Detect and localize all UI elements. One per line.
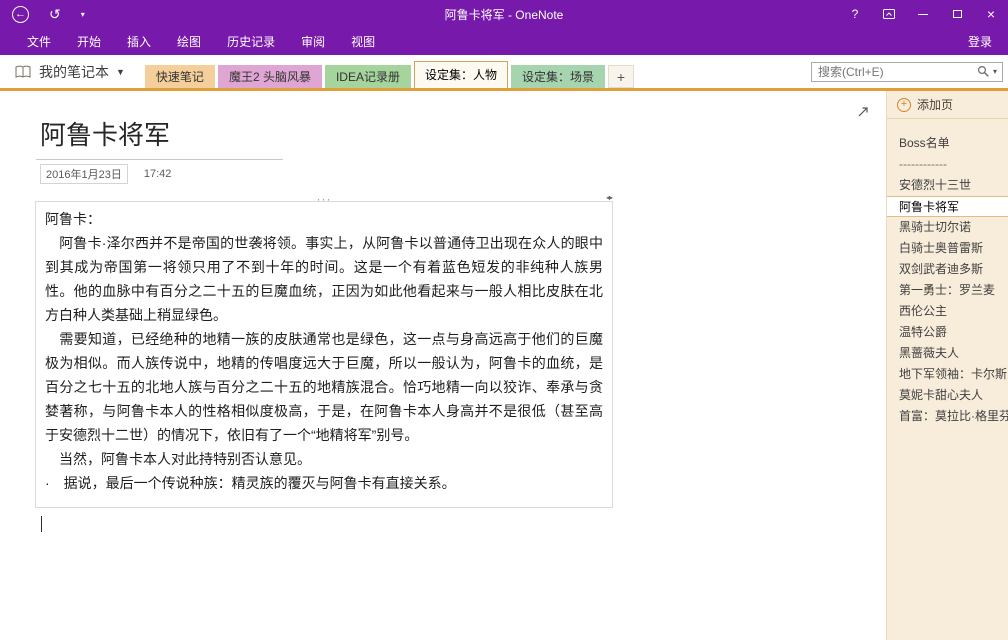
note-paragraph: 阿鲁卡： [45,207,603,231]
window-controls: ? × [838,0,1008,28]
section-tab-settings-scenes[interactable]: 设定集：场景 [511,65,605,88]
title-underline [36,159,283,160]
full-page-view-button[interactable] [856,105,870,124]
expand-diagonal-icon [856,105,870,119]
ribbon-tab-insert[interactable]: 插入 [114,28,164,55]
page-list-item[interactable]: 首富：莫拉比·格里芬 [887,406,1008,427]
ribbon-tab-history[interactable]: 历史记录 [214,28,288,55]
undo-button[interactable]: ↺ [49,6,61,23]
sign-in-button[interactable]: 登录 [952,28,1008,55]
add-page-label: 添加页 [917,96,953,113]
page-date[interactable]: 2016年1月23日 [40,164,128,184]
minimize-icon [918,14,928,15]
page-list-item[interactable]: 安德烈十三世 [887,175,1008,196]
page-list-item[interactable]: 温特公爵 [887,322,1008,343]
chevron-down-icon: ▾ [81,10,85,19]
minimize-button[interactable] [906,0,940,28]
text-cursor [41,516,42,532]
help-button[interactable]: ? [838,0,872,28]
main-area: 阿鲁卡将军 2016年1月23日 17:42 ··· ◂▸ 阿鲁卡： 阿鲁卡·泽… [0,91,1008,640]
undo-icon: ↺ [49,6,61,23]
section-tab-settings-characters[interactable]: 设定集：人物 [414,61,508,88]
search-input[interactable] [812,65,972,79]
page-list-item[interactable]: ------------ [887,154,1008,175]
ribbon-tab-home[interactable]: 开始 [64,28,114,55]
page-list-item[interactable]: 双剑武者迪多斯 [887,259,1008,280]
page-list-item[interactable]: 西伦公主 [887,301,1008,322]
notebook-icon [14,64,32,80]
page-date-row: 2016年1月23日 17:42 [40,164,886,184]
section-tab-brainstorm[interactable]: 魔王2 头脑风暴 [218,65,322,88]
container-resize-handle[interactable]: ◂▸ [606,193,612,202]
chevron-down-icon: ▾ [993,67,997,76]
note-paragraph: 阿鲁卡·泽尔西并不是帝国的世袭将领。事实上，从阿鲁卡以普通侍卫出现在众人的眼中到… [45,231,603,327]
ribbon-tab-file[interactable]: 文件 [14,28,64,55]
section-tabs: 快速笔记 魔王2 头脑风暴 IDEA记录册 设定集：人物 设定集：场景 + [145,55,637,88]
titlebar-left-controls: ← ↺ ▾ [0,6,85,23]
help-icon: ? [852,7,859,21]
ribbon-tab-review[interactable]: 审阅 [288,28,338,55]
page-list-item[interactable]: Boss名单 [887,133,1008,154]
quick-access-toolbar-button[interactable]: ▾ [81,10,85,19]
search-controls[interactable]: ▾ [972,63,1002,81]
close-button[interactable]: × [974,0,1008,28]
page-list-item[interactable]: 黑骑士切尔诺 [887,217,1008,238]
ribbon-tab-view[interactable]: 视图 [338,28,388,55]
notebook-navigation-bar: 我的笔记本 ▼ 快速笔记 魔王2 头脑风暴 IDEA记录册 设定集：人物 设定集… [0,55,1008,88]
back-button[interactable]: ← [12,6,29,23]
search-icon [977,65,990,78]
page-list-item[interactable]: 黑蔷薇夫人 [887,343,1008,364]
plus-circle-icon: + [897,98,911,112]
onenote-window: ← ↺ ▾ 阿鲁卡将军 - OneNote ? [0,0,1008,640]
add-section-button[interactable]: + [608,65,634,88]
container-move-handle[interactable]: ··· [317,192,332,206]
maximize-icon [953,10,962,18]
ribbon-tab-draw[interactable]: 绘图 [164,28,214,55]
notebook-switcher[interactable]: 我的笔记本 ▼ [0,62,137,82]
page-list-item[interactable]: 第一勇士：罗兰麦 [887,280,1008,301]
close-icon: × [987,6,995,22]
notebook-name: 我的笔记本 [39,62,109,82]
back-icon: ← [12,6,29,23]
page-list-item-selected[interactable]: 阿鲁卡将军 [887,196,1008,217]
page-list-item[interactable]: 莫妮卡甜心夫人 [887,385,1008,406]
section-tab-quick-notes[interactable]: 快速笔记 [145,65,215,88]
page-list-item[interactable]: 地下军领袖：卡尔斯 [887,364,1008,385]
maximize-button[interactable] [940,0,974,28]
ribbon-display-icon [882,7,896,21]
ribbon-tab-bar: 文件 开始 插入 绘图 历史记录 审阅 视图 登录 [0,28,1008,55]
note-paragraph: 当然，阿鲁卡本人对此持特别否认意见。 [45,447,603,471]
chevron-down-icon: ▼ [116,67,125,77]
ribbon-display-options-button[interactable] [872,0,906,28]
section-tab-idea-notebook[interactable]: IDEA记录册 [325,65,411,88]
search-box: ▾ [811,62,1003,82]
page-canvas[interactable]: 阿鲁卡将军 2016年1月23日 17:42 ··· ◂▸ 阿鲁卡： 阿鲁卡·泽… [0,91,886,640]
page-list-sidebar: + 添加页 Boss名单 ------------ 安德烈十三世 阿鲁卡将军 黑… [886,91,1008,640]
titlebar: ← ↺ ▾ 阿鲁卡将军 - OneNote ? [0,0,1008,28]
page-time[interactable]: 17:42 [144,168,172,180]
page-list: Boss名单 ------------ 安德烈十三世 阿鲁卡将军 黑骑士切尔诺 … [887,133,1008,427]
page-title[interactable]: 阿鲁卡将军 [40,115,886,152]
page-list-item[interactable]: 白骑士奥普雷斯 [887,238,1008,259]
note-paragraph: 需要知道，已经绝种的地精一族的皮肤通常也是绿色，这一点与身高远高于他们的巨魔极为… [45,327,603,447]
add-page-button[interactable]: + 添加页 [887,91,1008,119]
note-container[interactable]: ··· ◂▸ 阿鲁卡： 阿鲁卡·泽尔西并不是帝国的世袭将领。事实上，从阿鲁卡以普… [35,201,613,508]
note-paragraph: · 据说，最后一个传说种族：精灵族的覆灭与阿鲁卡有直接关系。 [45,471,603,495]
